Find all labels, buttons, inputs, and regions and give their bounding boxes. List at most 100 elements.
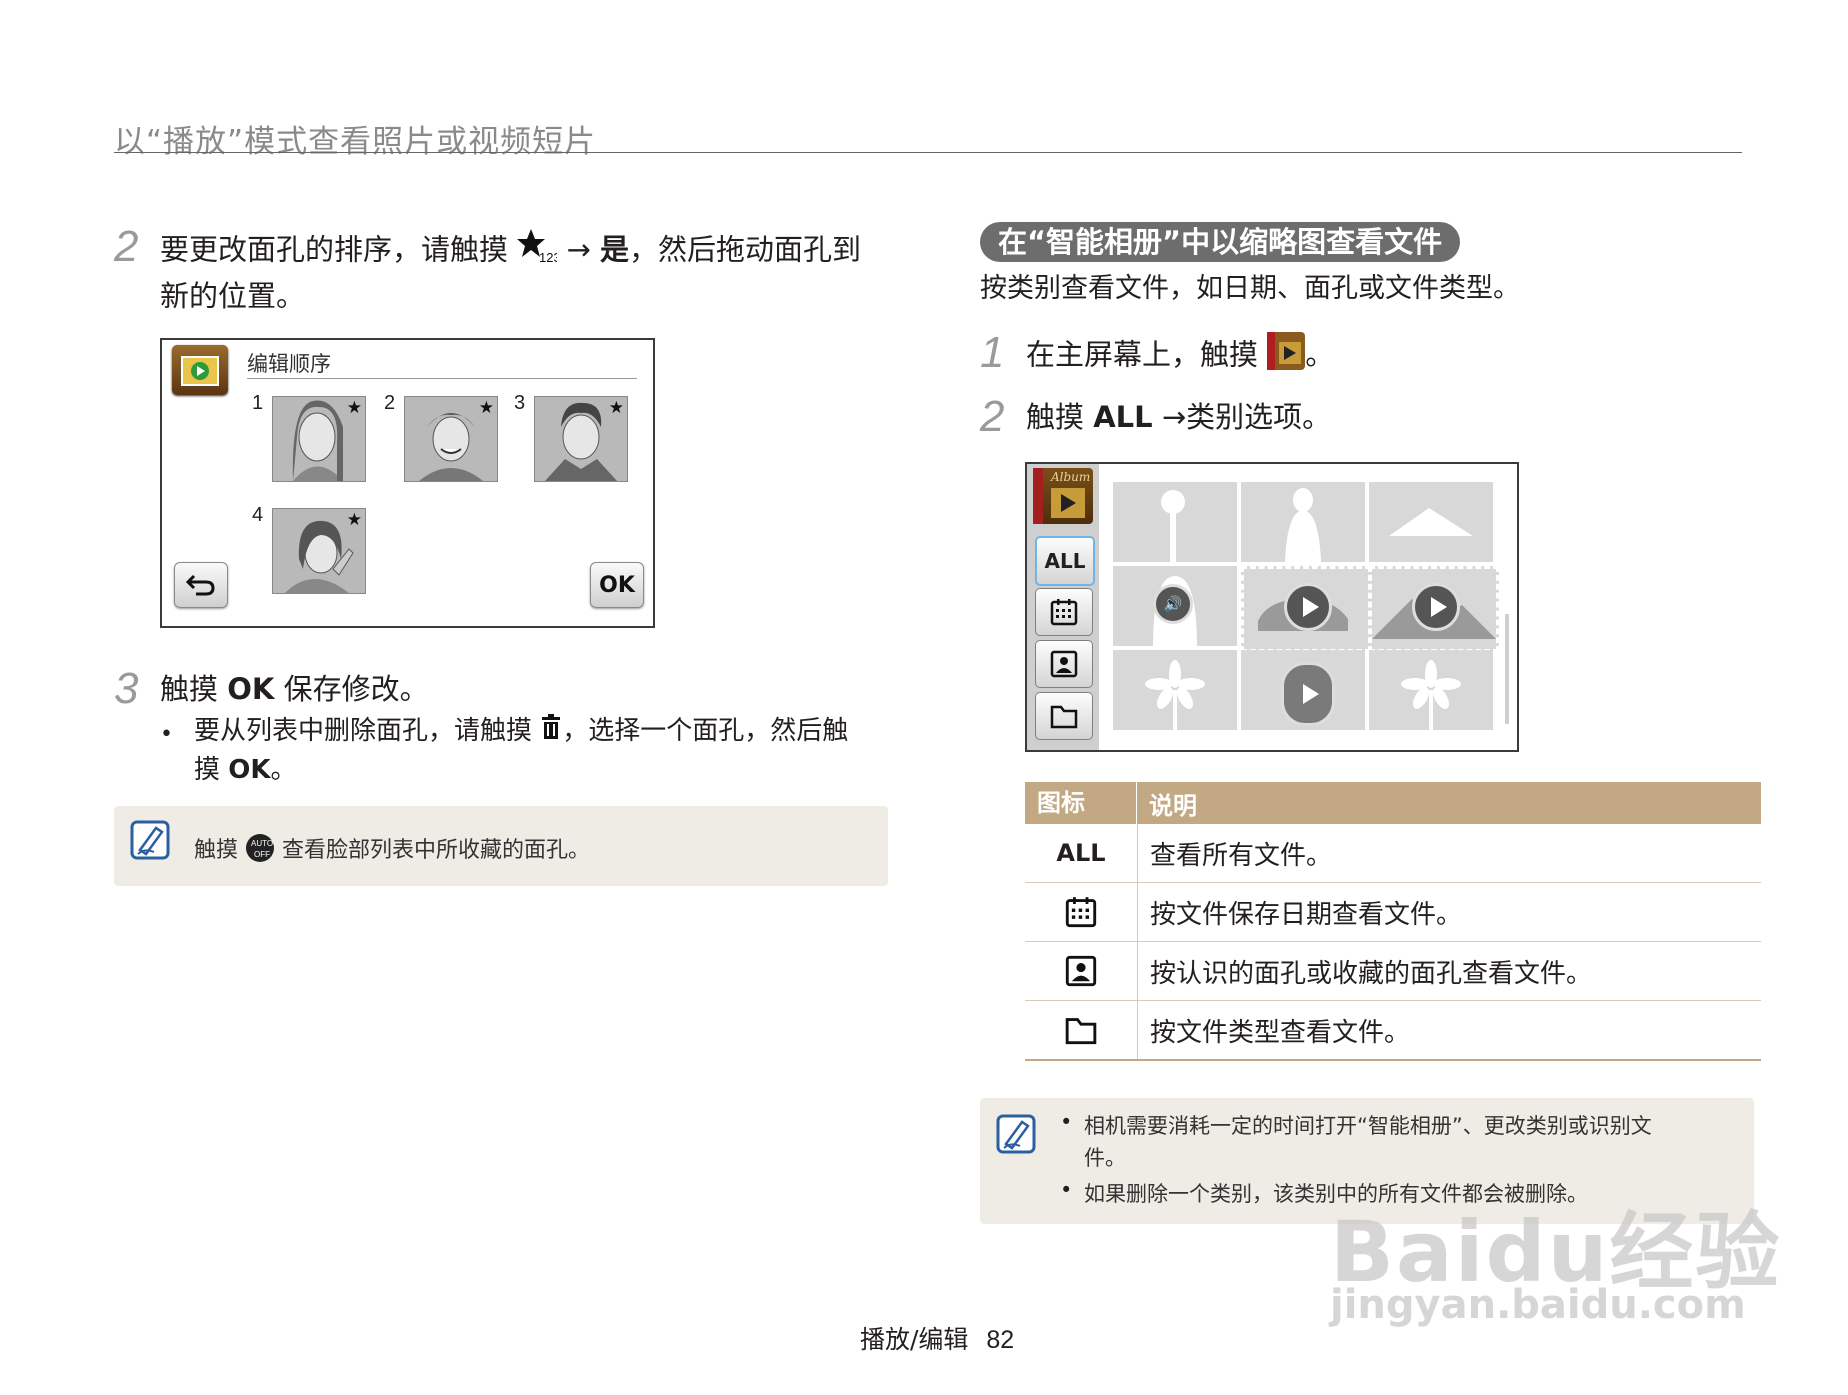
note-2-line-1: 相机需要消耗一定的时间打开“智能相册”、更改类别或识别文 xyxy=(1084,1114,1652,1138)
step-number: 2 xyxy=(114,222,139,271)
smart-album-screen: Album ALL 🔊 xyxy=(1025,462,1519,752)
legend-header-icon: 图标 xyxy=(1025,782,1137,824)
right-step-2-before: 触摸 xyxy=(1026,400,1085,434)
back-button[interactable] xyxy=(174,562,228,608)
thumb-number: 1 xyxy=(252,392,264,414)
thumbnail-video-mountain[interactable] xyxy=(1369,566,1499,652)
album-logo-label: Album xyxy=(1051,470,1091,484)
legend-desc: 查看所有文件。 xyxy=(1150,840,1333,871)
play-icon xyxy=(1412,583,1460,631)
thumbnail-person[interactable] xyxy=(1241,482,1365,562)
thumbnail-grid: 🔊 xyxy=(1101,464,1517,750)
edit-order-screen: 编辑顺序 1 ★ 2 ★ 3 ★ 4 ★ OK xyxy=(160,338,655,628)
thumbnail-audio-person[interactable]: 🔊 xyxy=(1113,566,1237,646)
step-2-text-before: 要更改面孔的排序，请触摸 xyxy=(160,232,509,267)
face-thumbnail-1[interactable]: ★ xyxy=(272,396,366,482)
face-icon xyxy=(1050,650,1078,678)
auto-off-icon: AUTO OFF xyxy=(245,833,275,869)
bullet-line2-before: 摸 xyxy=(194,754,221,785)
face-thumbnail-2[interactable]: ★ xyxy=(404,396,498,482)
step-2-line2: 新的位置。 xyxy=(160,279,306,313)
header-divider xyxy=(114,152,1742,153)
category-face-button[interactable] xyxy=(1035,640,1093,688)
right-step-1-text: 在主屏幕上，触摸 。 xyxy=(1026,332,1334,381)
folder-icon xyxy=(1025,1001,1138,1059)
bullet-text-after: ，选择一个面孔，然后触 xyxy=(562,716,849,746)
icon-legend-table: 图标 说明 ALL 查看所有文件。 按文件保存日期查看文件。 按认识的面孔或收藏… xyxy=(1025,782,1761,1061)
album-logo-icon: Album xyxy=(1033,468,1093,524)
thumbnail-flower-2[interactable] xyxy=(1369,650,1493,730)
svg-text:123: 123 xyxy=(539,250,557,264)
category-type-button[interactable] xyxy=(1035,692,1093,740)
play-icon xyxy=(1284,583,1332,631)
thumb-number: 3 xyxy=(514,392,526,414)
bullet-dot: • xyxy=(1060,1178,1073,1202)
face-thumbnail-4[interactable]: ★ xyxy=(272,508,366,594)
step-2-text: 要更改面孔的排序，请触摸 123 → 是，然后拖动面孔到 新的位置。 xyxy=(160,228,900,317)
legend-row: 按认识的面孔或收藏的面孔查看文件。 xyxy=(1025,942,1761,1001)
step-2-text-after: ，然后拖动面孔到 xyxy=(629,232,862,267)
favorite-star-icon: ★ xyxy=(478,398,494,418)
face-thumbnail-3[interactable]: ★ xyxy=(534,396,628,482)
step-2-bold-yes: 是 xyxy=(599,232,629,267)
step-number: 2 xyxy=(980,392,1005,441)
step-3-text-before: 触摸 xyxy=(160,672,219,706)
note-icon xyxy=(996,1114,1036,1158)
bullet-dot: • xyxy=(1060,1110,1073,1134)
legend-row: ALL 查看所有文件。 xyxy=(1025,824,1761,883)
watermark-url: jingyan.baidu.com xyxy=(1330,1282,1746,1328)
back-arrow-icon xyxy=(186,574,215,596)
thumbnail-video-dragging[interactable] xyxy=(1241,650,1365,730)
thumb-number: 4 xyxy=(252,504,264,526)
calendar-icon xyxy=(1050,599,1078,626)
thumbnail-flower[interactable] xyxy=(1113,650,1237,730)
favorite-star-icon: ★ xyxy=(346,398,362,418)
thumbnail-video-car[interactable] xyxy=(1241,566,1371,652)
face-icon xyxy=(1025,942,1138,1000)
right-step-1-end: 。 xyxy=(1305,337,1335,372)
page-header-title: 以“播放”模式查看照片或视频短片 xyxy=(114,124,597,160)
step-3-bullet: 要从列表中删除面孔，请触摸 ，选择一个面孔，然后触 摸 OK。 xyxy=(194,712,914,789)
bullet-line2-after: 。 xyxy=(270,754,297,785)
scrollbar[interactable] xyxy=(1505,614,1509,724)
note-text-before: 触摸 xyxy=(194,838,239,863)
step-number: 1 xyxy=(980,328,1005,377)
sound-icon: 🔊 xyxy=(1153,584,1193,624)
folder-icon xyxy=(1050,705,1078,729)
note-icon xyxy=(130,820,170,864)
ok-button[interactable]: OK xyxy=(590,562,644,608)
thumbnail-lamp[interactable] xyxy=(1113,482,1237,562)
note-text-after: 查看脸部列表中所收藏的面孔。 xyxy=(282,838,591,863)
footer-section: 播放/编辑 xyxy=(860,1325,969,1354)
screen-title: 编辑顺序 xyxy=(247,352,331,376)
page-number: 82 xyxy=(986,1326,1015,1354)
note-box: 触摸 AUTO OFF 查看脸部列表中所收藏的面孔。 xyxy=(114,806,888,886)
star-123-icon: 123 xyxy=(517,228,561,275)
note-text: 触摸 AUTO OFF 查看脸部列表中所收藏的面孔。 xyxy=(194,832,590,869)
bullet-dot: • xyxy=(160,722,173,747)
step-3-text-after: 保存修改。 xyxy=(283,672,429,706)
arrow-text: → xyxy=(566,232,591,267)
legend-header-row: 图标 说明 xyxy=(1025,782,1761,824)
legend-header-desc: 说明 xyxy=(1149,791,1197,820)
footer: 播放/编辑 82 xyxy=(860,1320,1014,1356)
legend-row: 按文件类型查看文件。 xyxy=(1025,1001,1761,1061)
legend-row: 按文件保存日期查看文件。 xyxy=(1025,883,1761,942)
category-date-button[interactable] xyxy=(1035,588,1093,636)
legend-desc: 按认识的面孔或收藏的面孔查看文件。 xyxy=(1150,958,1593,989)
bullet-line2-bold-ok: OK xyxy=(228,754,271,785)
album-app-icon[interactable] xyxy=(172,345,228,395)
thumbnail-mountain[interactable] xyxy=(1369,482,1493,562)
step-3-text: 触摸 OK 保存修改。 xyxy=(160,668,429,710)
category-all-button[interactable]: ALL xyxy=(1035,536,1095,586)
album-icon xyxy=(1267,332,1306,381)
right-step-2-bold-all: ALL xyxy=(1093,400,1153,434)
svg-text:AUTO: AUTO xyxy=(251,839,273,848)
legend-desc: 按文件保存日期查看文件。 xyxy=(1150,899,1463,930)
thumb-number: 2 xyxy=(384,392,396,414)
bullet-text-before: 要从列表中删除面孔，请触摸 xyxy=(194,716,533,746)
right-step-2-text: 触摸 ALL →类别选项。 xyxy=(1026,396,1331,438)
note-2-item-1: 相机需要消耗一定的时间打开“智能相册”、更改类别或识别文 件。 xyxy=(1084,1110,1652,1174)
trash-icon xyxy=(540,713,562,751)
favorite-star-icon: ★ xyxy=(346,510,362,530)
